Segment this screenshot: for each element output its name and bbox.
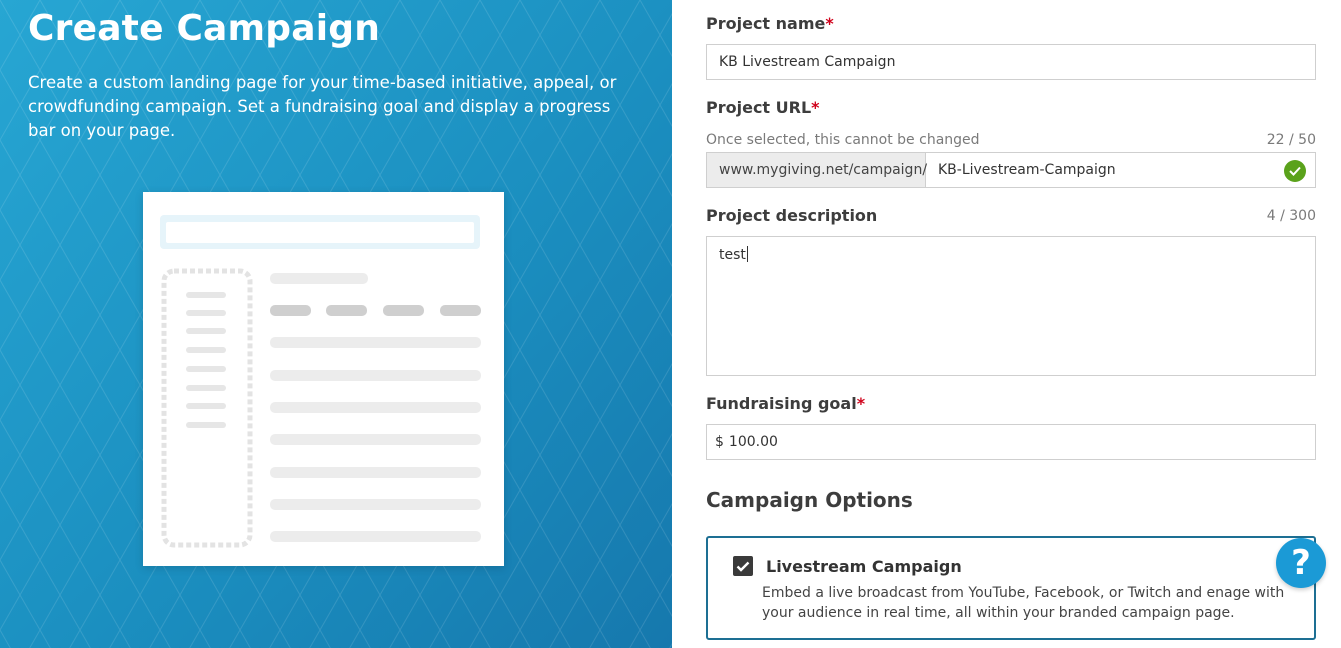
project-url-label-text: Project URL — [706, 98, 812, 117]
fundraising-goal-value: 100.00 — [728, 434, 778, 450]
project-name-input[interactable]: KB Livestream Campaign — [706, 44, 1316, 80]
required-marker: * — [811, 98, 820, 117]
fundraising-goal-label-text: Fundraising goal — [706, 394, 857, 413]
page-title: Create Campaign — [28, 8, 381, 49]
project-description-counter: 4 / 300 — [1266, 208, 1316, 224]
livestream-option-description: Embed a live broadcast from YouTube, Fac… — [762, 585, 1285, 621]
project-description-input[interactable]: test — [706, 236, 1316, 376]
project-description-label-text: Project description — [706, 206, 878, 225]
help-icon: ? — [1291, 543, 1311, 583]
option-card-livestream[interactable]: Livestream Campaign Embed a live broadca… — [706, 536, 1316, 640]
project-description-value: test — [719, 247, 746, 263]
project-url-prefix: www.mygiving.net/campaign/ — [707, 153, 927, 187]
fundraising-goal-input[interactable]: $ 100.00 — [706, 424, 1316, 460]
required-marker: * — [825, 14, 834, 33]
hero-panel: Create Campaign Create a custom landing … — [0, 0, 672, 648]
project-name-label-text: Project name — [706, 14, 826, 33]
landing-page-illustration-graphic — [160, 215, 481, 548]
project-url-value: KB-Livestream-Campaign — [938, 162, 1116, 178]
project-url-hint: Once selected, this cannot be changed — [706, 132, 980, 148]
currency-symbol: $ — [715, 434, 724, 450]
page-description: Create a custom landing page for your ti… — [28, 73, 617, 140]
campaign-options-title: Campaign Options — [706, 488, 913, 512]
checkmark-icon — [736, 561, 750, 572]
fundraising-goal-label: Fundraising goal* — [706, 394, 865, 413]
project-url-counter: 22 / 50 — [1266, 132, 1316, 148]
project-url-field: www.mygiving.net/campaign/ KB-Livestream… — [706, 152, 1316, 188]
project-description-label: Project description — [706, 206, 877, 225]
text-caret — [746, 246, 748, 262]
project-name-label: Project name* — [706, 14, 834, 33]
livestream-checkbox[interactable] — [733, 556, 753, 576]
project-url-label: Project URL* — [706, 98, 820, 117]
landing-page-illustration — [143, 192, 504, 566]
help-button[interactable]: ? — [1276, 538, 1326, 588]
project-name-value: KB Livestream Campaign — [719, 54, 896, 70]
check-circle-icon — [1284, 160, 1306, 182]
project-url-input[interactable]: KB-Livestream-Campaign — [926, 153, 1315, 187]
livestream-option-title: Livestream Campaign — [766, 557, 962, 576]
required-marker: * — [856, 394, 866, 413]
